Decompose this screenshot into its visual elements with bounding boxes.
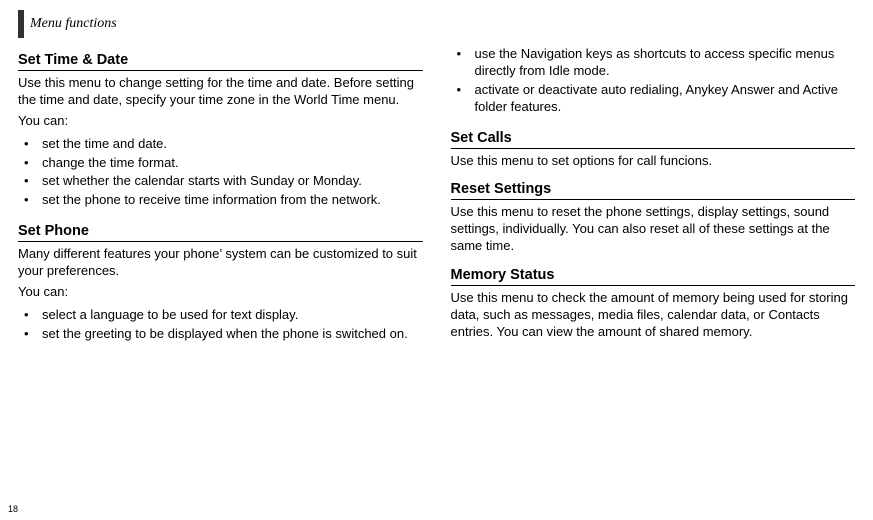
list-item: activate or deactivate auto redialing, A… [451, 82, 856, 116]
intro-set-time-date: You can: [18, 113, 423, 130]
heading-reset-settings: Reset Settings [451, 181, 856, 200]
heading-memory-status: Memory Status [451, 267, 856, 286]
bullets-set-phone: select a language to be used for text di… [18, 307, 423, 345]
para-set-time-date: Use this menu to change setting for the … [18, 75, 423, 109]
list-item: set the phone to receive time informatio… [18, 192, 423, 209]
para-set-calls: Use this menu to set options for call fu… [451, 153, 856, 170]
heading-set-time-date: Set Time & Date [18, 52, 423, 71]
list-item: set the greeting to be displayed when th… [18, 326, 423, 343]
right-column: use the Navigation keys as shortcuts to … [451, 44, 856, 349]
heading-set-calls: Set Calls [451, 130, 856, 149]
content-columns: Set Time & Date Use this menu to change … [18, 44, 855, 349]
list-item: change the time format. [18, 155, 423, 172]
list-item: select a language to be used for text di… [18, 307, 423, 324]
header-accent-mark [18, 10, 24, 38]
list-item: set whether the calendar starts with Sun… [18, 173, 423, 190]
bullets-set-phone-cont: use the Navigation keys as shortcuts to … [451, 46, 856, 118]
heading-set-phone: Set Phone [18, 223, 423, 242]
intro-set-phone: You can: [18, 284, 423, 301]
para-set-phone: Many different features your phone’ syst… [18, 246, 423, 280]
page-header: Menu functions [18, 10, 855, 38]
para-reset-settings: Use this menu to reset the phone setting… [451, 204, 856, 255]
bullets-set-time-date: set the time and date. change the time f… [18, 136, 423, 212]
list-item: set the time and date. [18, 136, 423, 153]
page-number: 18 [8, 504, 18, 514]
left-column: Set Time & Date Use this menu to change … [18, 44, 423, 349]
header-title: Menu functions [30, 16, 117, 32]
para-memory-status: Use this menu to check the amount of mem… [451, 290, 856, 341]
list-item: use the Navigation keys as shortcuts to … [451, 46, 856, 80]
